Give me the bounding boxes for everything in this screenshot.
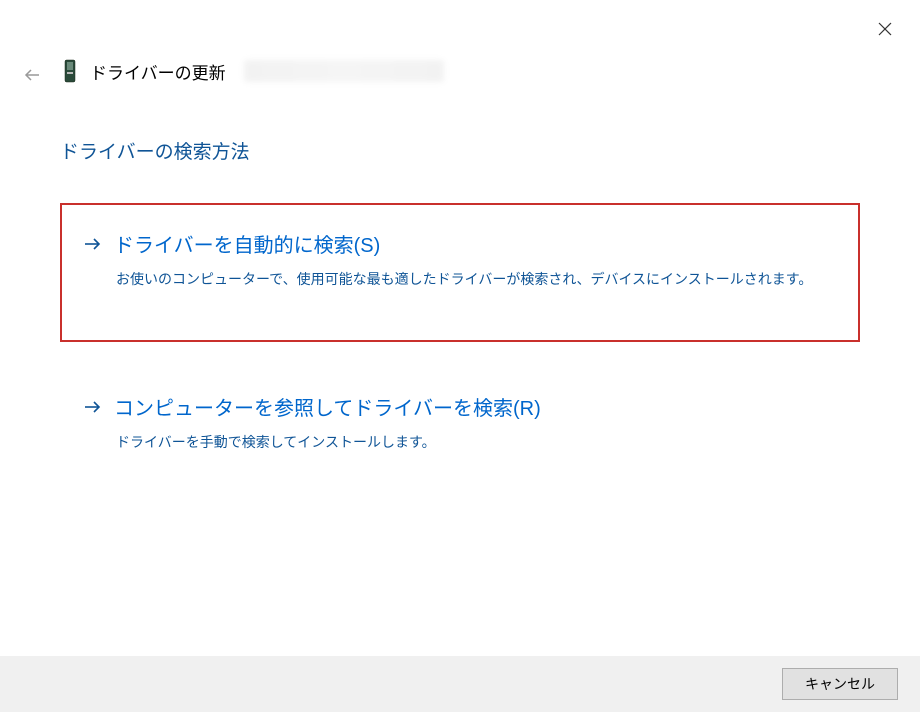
dialog-title: ドライバーの更新 (90, 59, 226, 84)
cancel-button[interactable]: キャンセル (782, 668, 898, 700)
close-icon (878, 22, 892, 36)
device-icon (60, 58, 80, 84)
device-name-redacted (244, 60, 444, 82)
option-title: ドライバーを自動的に検索(S) (114, 229, 380, 258)
section-title: ドライバーの検索方法 (60, 137, 250, 164)
back-button[interactable] (20, 63, 44, 87)
option-browse-computer[interactable]: コンピューターを参照してドライバーを検索(R) ドライバーを手動で検索してインス… (60, 370, 860, 475)
close-button[interactable] (870, 14, 900, 44)
arrow-right-icon (84, 400, 102, 414)
option-title: コンピューターを参照してドライバーを検索(R) (114, 392, 541, 421)
option-auto-search[interactable]: ドライバーを自動的に検索(S) お使いのコンピューターで、使用可能な最も適したド… (60, 203, 860, 342)
options-container: ドライバーを自動的に検索(S) お使いのコンピューターで、使用可能な最も適したド… (60, 203, 860, 504)
option-description: お使いのコンピューターで、使用可能な最も適したドライバーが検索され、デバイスにイ… (116, 268, 836, 290)
option-header: コンピューターを参照してドライバーを検索(R) (84, 392, 836, 421)
dialog-header: ドライバーの更新 (60, 58, 444, 84)
option-description: ドライバーを手動で検索してインストールします。 (116, 431, 836, 453)
dialog-footer: キャンセル (0, 656, 920, 712)
back-arrow-icon (23, 66, 41, 84)
arrow-right-icon (84, 237, 102, 251)
option-header: ドライバーを自動的に検索(S) (84, 229, 836, 258)
